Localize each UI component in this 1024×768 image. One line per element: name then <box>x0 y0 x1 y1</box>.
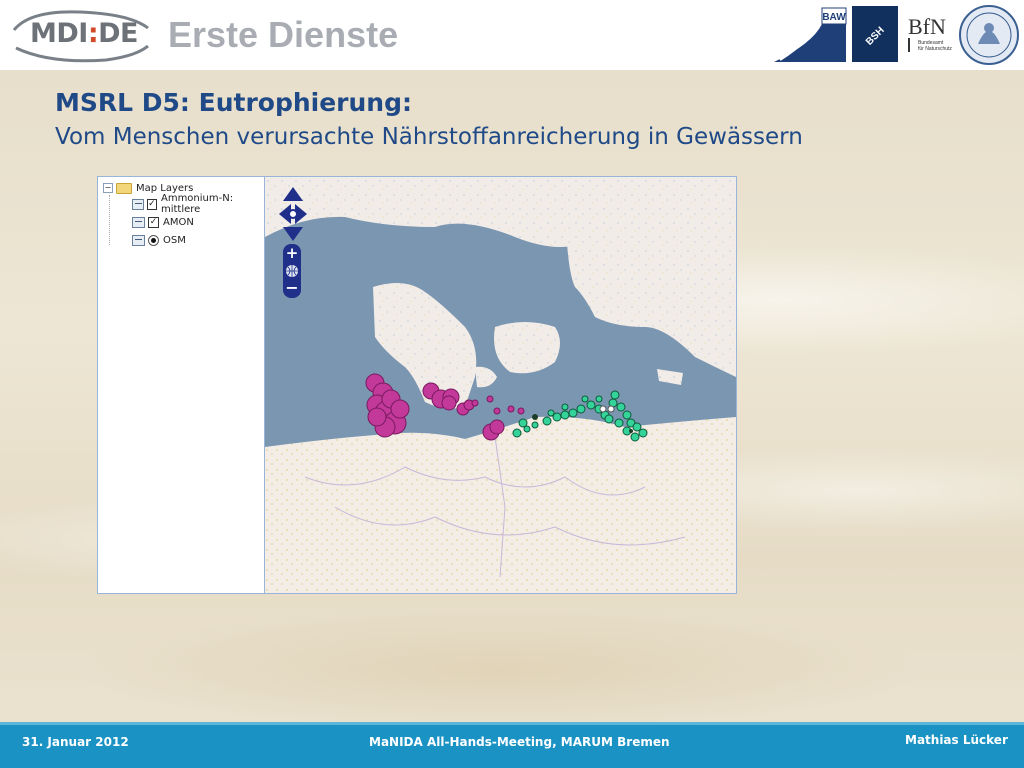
baw-logo: BAW <box>774 7 847 62</box>
layer-item-amon[interactable]: ✓ AMON <box>132 215 194 229</box>
layer-label: OSM <box>163 234 186 246</box>
layer-icon <box>132 216 145 228</box>
pan-down-icon[interactable] <box>283 227 303 241</box>
folder-icon <box>116 182 132 194</box>
baw-logo-text: BAW <box>822 12 846 23</box>
layer-visibility-checkbox[interactable]: ✓ <box>148 216 159 228</box>
footer-date: 31. Januar 2012 <box>22 735 129 749</box>
bfn-caption-2: für Naturschutz <box>918 46 952 52</box>
layer-label: AMON <box>163 216 194 228</box>
zoom-in-icon[interactable]: + <box>286 244 299 262</box>
bfn-logo: BfN Bundesamt für Naturschutz <box>908 14 952 52</box>
slide-title: Erste Dienste <box>168 14 399 55</box>
pan-up-icon[interactable] <box>283 187 303 201</box>
tree-guide-lines <box>109 195 132 245</box>
footer-meeting: MaNIDA All-Hands-Meeting, MARUM Bremen <box>369 735 670 749</box>
logo-text: MDI:DE <box>30 18 138 49</box>
layer-tree-root-label: Map Layers <box>136 182 194 194</box>
bsh-logo: BSH <box>852 6 898 62</box>
layer-label: Ammonium-N: mittlere <box>160 193 234 215</box>
zoom-out-icon[interactable]: − <box>285 278 298 297</box>
layer-visibility-checkbox[interactable]: ✓ <box>146 198 157 210</box>
slide-footer: 31. Januar 2012 MaNIDA All-Hands-Meeting… <box>0 722 1024 768</box>
map-canvas[interactable]: + − <box>265 177 736 593</box>
section-subheading: Vom Menschen verursachte Nährstoffanreic… <box>55 124 803 150</box>
layer-icon <box>132 198 144 210</box>
university-seal-logo <box>959 5 1019 65</box>
layer-item-ammonium[interactable]: ✓ Ammonium-N: mittlere <box>132 193 264 215</box>
collapse-toggle-icon[interactable]: − <box>103 183 113 193</box>
map-svg[interactable] <box>265 177 736 593</box>
bfn-logo-text: BfN <box>908 14 946 39</box>
section-heading: MSRL D5: Eutrophierung: <box>55 88 412 117</box>
layer-tree-panel: − Map Layers ✓ Ammonium-N: mittlere ✓ AM… <box>98 177 265 593</box>
slide-header: MDI:DE Erste Dienste BAW BSH BfN Bundesa… <box>0 0 1024 70</box>
zoom-control[interactable]: + − <box>282 243 302 299</box>
layer-item-osm[interactable]: OSM <box>132 233 186 247</box>
pan-control[interactable] <box>277 185 309 243</box>
footer-strip <box>0 722 1024 725</box>
footer-author: Mathias Lücker <box>905 733 1008 747</box>
layer-icon <box>132 234 145 246</box>
map-viewer: − Map Layers ✓ Ammonium-N: mittlere ✓ AM… <box>97 176 737 594</box>
base-layer-radio[interactable] <box>148 234 159 246</box>
